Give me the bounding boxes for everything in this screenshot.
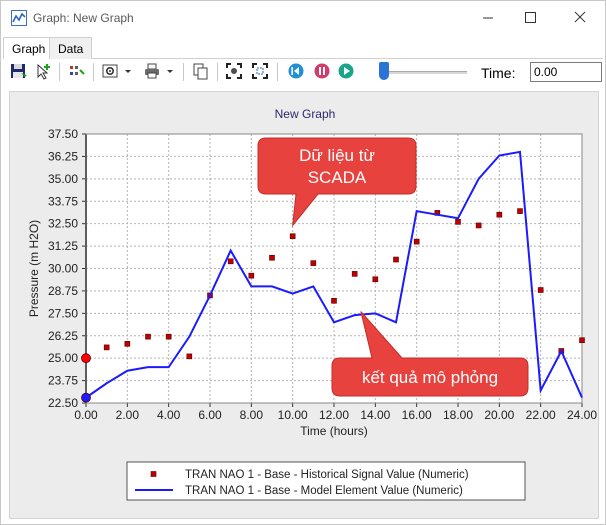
title-bar: Graph: New Graph bbox=[1, 1, 605, 35]
legend-entry: TRAN NAO 1 - Base - Historical Signal Va… bbox=[185, 469, 469, 481]
series-start-marker bbox=[81, 353, 91, 364]
series-options-icon[interactable] bbox=[67, 62, 87, 82]
x-tick-label: 16.00 bbox=[402, 408, 432, 422]
historical-data-point bbox=[103, 344, 110, 351]
callout-text: Dữ liệu từ bbox=[299, 146, 375, 165]
x-tick-label: 10.00 bbox=[278, 408, 308, 422]
y-tick-label: 36.25 bbox=[48, 149, 78, 163]
x-tick-label: 8.00 bbox=[240, 408, 264, 422]
graph-panel: New Graph 0.00 2.00 4.00 6.00 8.00 10.00 12.00… bbox=[9, 91, 599, 519]
x-tick-label: 4.00 bbox=[157, 408, 181, 422]
y-tick-label: 33.75 bbox=[48, 194, 78, 208]
y-tick-label: 35.00 bbox=[48, 172, 78, 186]
x-tick-label: 24.00 bbox=[567, 408, 597, 422]
y-tick-label: 22.50 bbox=[48, 396, 78, 410]
x-tick-label: 22.00 bbox=[526, 408, 556, 422]
x-tick-label: 12.00 bbox=[319, 408, 349, 422]
y-tick-label: 27.50 bbox=[48, 306, 78, 320]
historical-data-point bbox=[393, 256, 399, 263]
chevron-down-icon[interactable] bbox=[123, 62, 143, 82]
y-tick-label: 28.75 bbox=[48, 284, 78, 298]
chevron-down-icon[interactable] bbox=[165, 62, 185, 82]
historical-data-point bbox=[227, 258, 234, 265]
historical-data-point bbox=[269, 254, 275, 261]
play-icon[interactable] bbox=[337, 62, 357, 82]
tab-graph[interactable]: Graph bbox=[3, 37, 55, 60]
time-slider-thumb[interactable] bbox=[379, 62, 389, 80]
callout-text: kết quả mô phỏng bbox=[362, 368, 498, 387]
settings-icon[interactable] bbox=[101, 62, 121, 82]
minimize-button[interactable] bbox=[473, 7, 503, 29]
historical-data-point bbox=[372, 276, 379, 283]
add-element-icon[interactable] bbox=[35, 62, 55, 82]
print-icon[interactable] bbox=[143, 62, 163, 82]
maximize-button[interactable] bbox=[515, 7, 545, 29]
time-label: Time: bbox=[481, 65, 516, 81]
x-tick-label: 14.00 bbox=[360, 408, 390, 422]
series-start-marker bbox=[81, 392, 91, 403]
x-tick-label: 6.00 bbox=[198, 408, 222, 422]
x-tick-label: 2.00 bbox=[116, 408, 140, 422]
legend-entry: TRAN NAO 1 - Base - Model Element Value … bbox=[185, 485, 463, 497]
y-tick-label: 23.75 bbox=[48, 374, 78, 388]
y-tick-label: 32.50 bbox=[48, 217, 78, 231]
y-tick-label: 30.00 bbox=[48, 262, 78, 276]
pressure-chart[interactable]: 0.00 2.00 4.00 6.00 8.00 10.00 12.00 14.00 16.00… bbox=[10, 92, 600, 520]
close-button[interactable] bbox=[565, 7, 595, 29]
graph-window: Graph: New Graph Graph Data Time: 0.00 N… bbox=[0, 0, 606, 525]
x-axis-label: Time (hours) bbox=[300, 424, 368, 438]
historical-data-point bbox=[517, 208, 523, 214]
time-slider-track[interactable] bbox=[381, 71, 467, 74]
x-tick-label: 0.00 bbox=[74, 408, 98, 422]
historical-data-point bbox=[331, 297, 337, 304]
y-tick-label: 26.25 bbox=[48, 329, 78, 343]
toolbar: Time: bbox=[3, 59, 603, 85]
x-tick-label: 18.00 bbox=[443, 408, 473, 422]
callout-text: SCADA bbox=[308, 168, 367, 187]
y-tick-label: 37.50 bbox=[48, 127, 78, 141]
zoom-window-icon[interactable] bbox=[251, 62, 271, 82]
graph-app-icon bbox=[11, 10, 27, 26]
historical-data-point bbox=[496, 211, 503, 218]
historical-data-point bbox=[165, 333, 172, 340]
y-axis-label: Pressure (m H2O) bbox=[27, 220, 41, 317]
historical-data-point bbox=[145, 333, 151, 340]
historical-data-point bbox=[475, 222, 482, 229]
historical-data-point bbox=[248, 272, 255, 279]
time-input[interactable] bbox=[530, 62, 602, 82]
pause-icon[interactable] bbox=[313, 62, 333, 82]
historical-data-point bbox=[455, 219, 461, 225]
window-title: Graph: New Graph bbox=[33, 11, 134, 25]
y-tick-label: 31.25 bbox=[48, 239, 78, 253]
historical-data-point bbox=[537, 287, 544, 293]
tab-strip: Graph Data bbox=[3, 37, 603, 60]
historical-data-point bbox=[413, 238, 420, 245]
y-tick-label: 25.00 bbox=[48, 351, 78, 365]
x-tick-label: 20.00 bbox=[484, 408, 514, 422]
tab-data[interactable]: Data bbox=[49, 37, 93, 59]
historical-data-point bbox=[124, 341, 131, 347]
historical-data-point bbox=[310, 260, 317, 266]
zoom-extents-icon[interactable] bbox=[225, 62, 245, 82]
copy-icon[interactable] bbox=[191, 62, 211, 82]
historical-data-point bbox=[186, 353, 193, 360]
legend-marker-swatch bbox=[150, 471, 157, 477]
historical-data-point bbox=[351, 271, 358, 277]
historical-data-point bbox=[289, 233, 296, 240]
save-icon[interactable] bbox=[9, 62, 29, 82]
rewind-icon[interactable] bbox=[287, 62, 307, 82]
historical-data-point bbox=[579, 337, 585, 344]
